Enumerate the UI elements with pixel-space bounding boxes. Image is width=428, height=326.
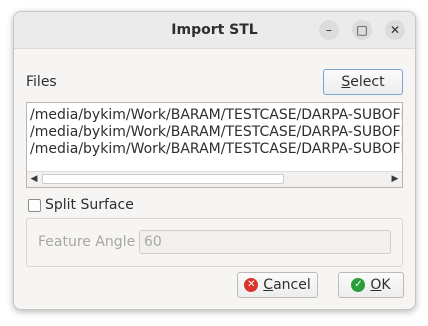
feature-angle-input: 60 xyxy=(139,230,391,254)
select-button-label: Select xyxy=(341,74,385,90)
cancel-icon: ✕ xyxy=(244,278,259,292)
files-list[interactable]: /media/bykim/Work/BARAM/TESTCASE/DARPA-S… xyxy=(26,102,403,188)
cancel-button-label: Cancel xyxy=(263,277,311,293)
list-item[interactable]: /media/bykim/Work/BARAM/TESTCASE/DARPA-S… xyxy=(30,124,402,141)
ok-icon: ✓ xyxy=(351,278,366,292)
list-item[interactable]: /media/bykim/Work/BARAM/TESTCASE/DARPA-S… xyxy=(30,141,402,158)
import-stl-dialog: Import STL – □ ✕ Files Select /media/byk… xyxy=(13,11,416,310)
scrollbar-thumb[interactable] xyxy=(42,174,284,184)
files-label: Files xyxy=(26,74,57,90)
maximize-icon: □ xyxy=(356,23,368,37)
ok-button[interactable]: ✓ OK xyxy=(338,272,404,298)
close-button[interactable]: ✕ xyxy=(385,20,405,40)
select-button[interactable]: Select xyxy=(323,69,403,95)
title-bar: Import STL – □ ✕ xyxy=(14,12,415,49)
split-surface-checkbox[interactable] xyxy=(28,199,41,212)
maximize-button[interactable]: □ xyxy=(352,20,372,40)
feature-angle-label: Feature Angle xyxy=(38,234,136,250)
horizontal-scrollbar[interactable]: ◀ ▶ xyxy=(27,171,402,187)
scroll-right-icon[interactable]: ▶ xyxy=(388,172,402,187)
split-surface-label[interactable]: Split Surface xyxy=(45,197,134,213)
list-item[interactable]: /media/bykim/Work/BARAM/TESTCASE/DARPA-S… xyxy=(30,107,402,124)
minimize-button[interactable]: – xyxy=(319,20,339,40)
minimize-icon: – xyxy=(326,23,332,37)
feature-angle-group: Feature Angle 60 xyxy=(26,218,403,267)
cancel-button[interactable]: ✕ Cancel xyxy=(237,272,318,298)
close-icon: ✕ xyxy=(389,23,401,37)
scroll-left-icon[interactable]: ◀ xyxy=(27,172,41,187)
ok-button-label: OK xyxy=(370,277,391,293)
